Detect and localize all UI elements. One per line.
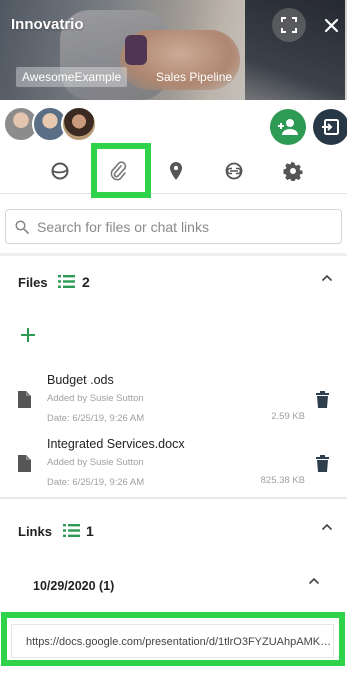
file-size: 2.59 KB — [271, 411, 305, 422]
link-item[interactable]: https://docs.google.com/presentation/d/1… — [11, 624, 334, 658]
files-title: Files — [18, 275, 48, 290]
close-icon — [324, 18, 338, 32]
chat-header: Innovatrio AwesomeExample Sales Pipeline — [0, 0, 347, 100]
files-count: 2 — [82, 274, 90, 290]
tab-bar — [0, 148, 347, 194]
chip-awesome-example[interactable]: AwesomeExample — [16, 67, 128, 87]
chevron-up-icon[interactable] — [321, 274, 333, 282]
add-file-button[interactable] — [18, 325, 38, 345]
tab-links[interactable] — [211, 148, 257, 194]
list-icon — [58, 275, 75, 288]
document-icon — [18, 391, 31, 408]
avatar[interactable] — [61, 106, 97, 142]
file-date: Date: 6/25/19, 9:26 AM — [47, 477, 145, 488]
links-title: Links — [18, 524, 52, 539]
add-member-button[interactable] — [270, 109, 306, 145]
list-icon — [63, 524, 80, 537]
active-tab-highlight — [91, 143, 151, 198]
chat-title: Innovatrio — [11, 16, 84, 33]
plus-icon — [21, 328, 35, 342]
fullscreen-button[interactable] — [272, 8, 306, 42]
tab-global[interactable] — [37, 148, 83, 194]
links-count: 1 — [86, 523, 94, 539]
search-input[interactable] — [37, 218, 327, 235]
section-divider — [0, 497, 347, 499]
link-date-group-header[interactable]: 10/29/2020 (1) — [0, 574, 347, 600]
map-pin-icon — [170, 162, 182, 180]
close-button[interactable] — [318, 12, 344, 38]
file-name[interactable]: Integrated Services.docx — [47, 437, 185, 451]
file-added-by: Added by Susie Sutton — [47, 457, 144, 468]
add-person-icon — [278, 119, 298, 135]
exit-icon — [322, 119, 339, 135]
leave-chat-button[interactable] — [313, 109, 347, 145]
file-size: 825.38 KB — [260, 475, 305, 486]
trash-icon[interactable] — [316, 391, 329, 408]
section-divider — [0, 253, 347, 256]
tab-location[interactable] — [153, 148, 199, 194]
search-bar — [5, 209, 342, 244]
tab-settings[interactable] — [270, 148, 316, 194]
link-date-label: 10/29/2020 (1) — [33, 579, 115, 593]
file-added-by: Added by Susie Sutton — [47, 393, 144, 404]
files-section-header[interactable]: Files 2 — [0, 265, 347, 299]
links-section-header[interactable]: Links 1 — [0, 514, 347, 548]
file-date: Date: 6/25/19, 9:26 AM — [47, 413, 145, 424]
link-icon — [225, 162, 243, 180]
search-icon — [15, 219, 29, 234]
gear-icon — [283, 161, 303, 181]
chevron-up-icon[interactable] — [308, 577, 320, 585]
document-icon — [18, 455, 31, 472]
chevron-up-icon[interactable] — [321, 523, 333, 531]
fullscreen-icon — [281, 17, 297, 33]
chip-sales-pipeline[interactable]: Sales Pipeline — [150, 67, 238, 87]
file-list-item[interactable]: Integrated Services.docx Added by Susie … — [0, 435, 347, 495]
trash-icon[interactable] — [316, 455, 329, 472]
file-list-item[interactable]: Budget .ods Added by Susie Sutton Date: … — [0, 371, 347, 431]
file-name[interactable]: Budget .ods — [47, 373, 114, 387]
globe-icon — [51, 162, 69, 180]
